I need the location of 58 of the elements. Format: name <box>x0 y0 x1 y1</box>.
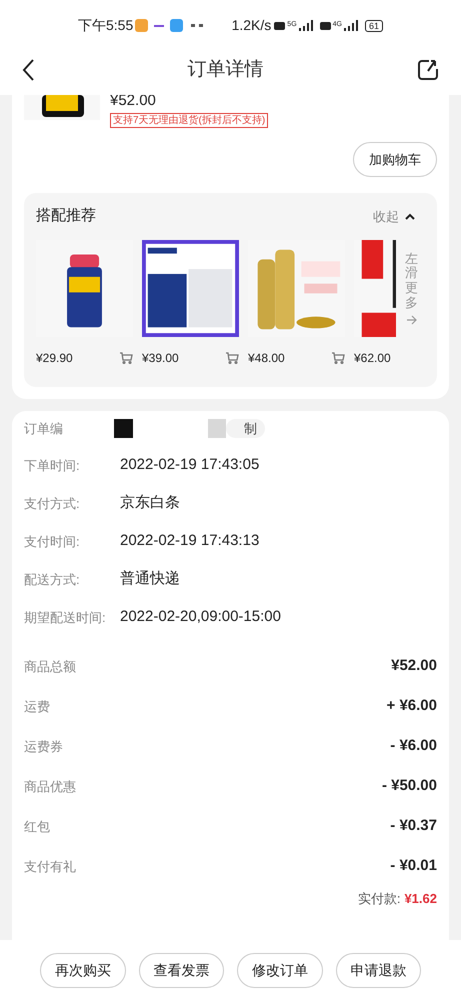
app-icon <box>170 19 184 32</box>
info-label: 下单时间: <box>24 456 81 475</box>
recommend-price: ¥29.90 <box>36 350 73 366</box>
redaction-block <box>114 419 133 438</box>
copy-button[interactable]: 制 <box>226 419 265 438</box>
amount-value: - ¥50.00 <box>382 776 437 796</box>
amount-label: 运费券 <box>24 738 63 756</box>
amount-value: - ¥0.01 <box>390 856 437 876</box>
amount-value: + ¥6.00 <box>386 696 437 716</box>
action-button[interactable]: 查看发票 <box>138 952 224 988</box>
info-label: 支付时间: <box>24 532 81 551</box>
product-card[interactable]: ¥29.90 <box>36 240 133 366</box>
amount-label: 商品总额 <box>24 658 76 676</box>
amount-label: 商品优惠 <box>24 778 76 796</box>
signal-icon <box>344 20 360 31</box>
redaction-block <box>208 419 226 438</box>
section-title: 搭配推荐 <box>36 206 96 226</box>
cart-icon[interactable] <box>119 352 133 364</box>
amount-label: 运费 <box>24 698 50 716</box>
chevron-up-icon <box>405 212 415 220</box>
total-value: ¥1.62 <box>404 890 437 908</box>
status-time: 下午5:55 <box>78 16 134 35</box>
share-icon[interactable] <box>417 59 439 81</box>
product-card[interactable]: ¥62.00 <box>354 240 396 366</box>
amount-label: 红包 <box>24 818 50 836</box>
info-value: 2022-02-19 17:43:13 <box>120 531 260 552</box>
product-card[interactable]: ¥48.00 <box>248 240 345 366</box>
info-value: 2022-02-19 17:43:05 <box>120 455 260 476</box>
page-title: 订单详情 <box>188 58 264 82</box>
info-value: 2022-02-20,09:00-15:00 <box>120 607 281 628</box>
recommend-price: ¥39.00 <box>142 350 179 366</box>
product-card[interactable]: ¥39.00 <box>142 240 239 366</box>
dash-icon <box>154 24 164 26</box>
battery-icon: 61 <box>364 20 383 32</box>
info-value: 京东白条 <box>120 493 180 514</box>
signal-icon <box>298 20 315 31</box>
network-speed: 1.2K/s <box>232 16 272 35</box>
action-button[interactable]: 再次购买 <box>40 952 126 988</box>
amount-label: 支付有礼 <box>24 858 76 876</box>
total-label: 实付款: <box>358 890 400 908</box>
amount-value: - ¥0.37 <box>390 816 437 836</box>
info-label: 支付方式: <box>24 494 81 513</box>
arrow-right-icon <box>406 315 417 326</box>
cart-icon[interactable] <box>331 352 345 364</box>
order-number-label: 订单编 <box>24 420 64 438</box>
action-button[interactable]: 申请退款 <box>336 952 421 988</box>
recommend-price: ¥48.00 <box>248 350 285 366</box>
amount-value: ¥52.00 <box>391 656 437 676</box>
recommend-price: ¥62.00 <box>354 350 391 366</box>
cart-icon[interactable] <box>225 352 239 364</box>
amount-value: - ¥6.00 <box>390 736 437 756</box>
back-icon[interactable] <box>22 59 34 81</box>
info-label: 配送方式: <box>24 570 81 589</box>
add-to-cart-button[interactable]: 加购物车 <box>353 142 437 177</box>
info-label: 期望配送时间: <box>24 608 107 627</box>
action-button[interactable]: 修改订单 <box>237 952 322 988</box>
return-policy-tag: 支持7天无理由退货(拆封后不支持) <box>110 113 268 128</box>
info-value: 普通快递 <box>120 569 180 590</box>
